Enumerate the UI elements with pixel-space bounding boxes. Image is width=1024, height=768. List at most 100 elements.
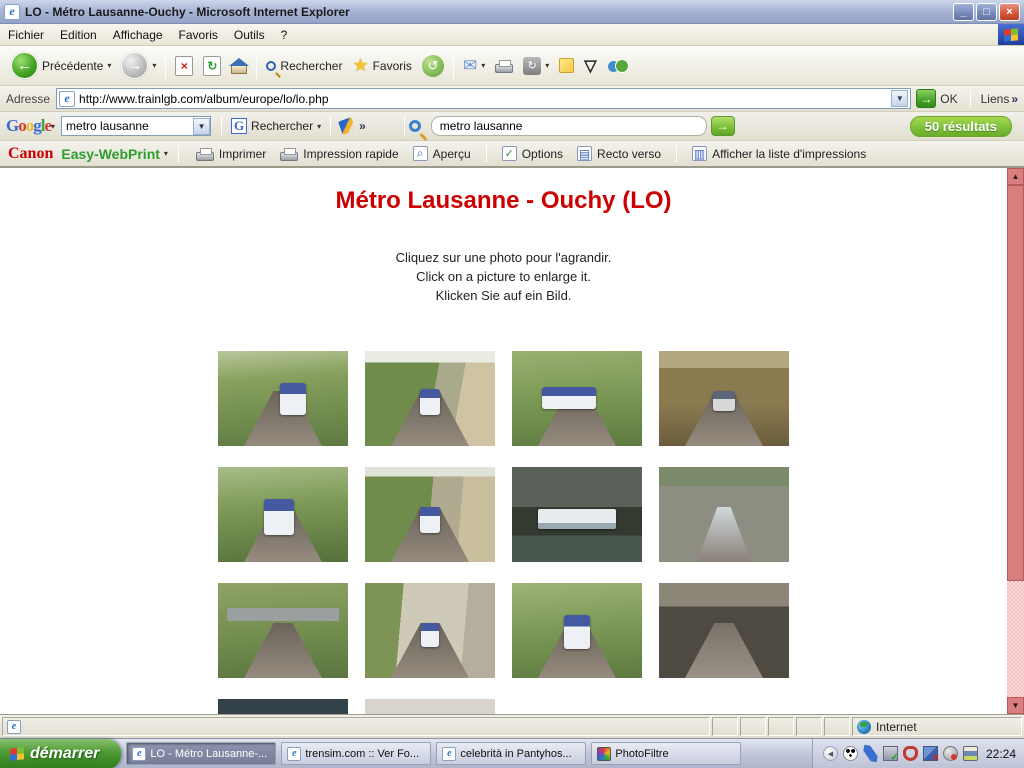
google-logo-dropdown-icon[interactable]: ▾ bbox=[51, 122, 55, 131]
discuss-button[interactable] bbox=[554, 56, 579, 75]
canon-preview-button[interactable]: ⌕ Aperçu bbox=[406, 145, 478, 162]
printer-status-icon[interactable] bbox=[963, 746, 978, 761]
refresh-button[interactable]: ↻ bbox=[198, 54, 226, 78]
edit-button[interactable]: ↻▾ bbox=[518, 55, 554, 77]
canon-logo: Canon bbox=[8, 145, 53, 163]
pen-tool-icon[interactable] bbox=[862, 745, 879, 762]
photo-thumbnail[interactable] bbox=[659, 583, 789, 678]
canon-print-list-button[interactable]: ▥ Afficher la liste d'impressions bbox=[685, 145, 873, 162]
site-search-icon bbox=[409, 120, 421, 132]
messenger-filter-button[interactable]: ▽ bbox=[579, 54, 601, 78]
stop-button[interactable]: × bbox=[170, 54, 198, 78]
back-icon: ← bbox=[11, 52, 38, 79]
address-url[interactable]: http://www.trainlgb.com/album/europe/lo/… bbox=[79, 92, 891, 106]
easy-webprint-menu[interactable]: Easy-WebPrint bbox=[61, 146, 160, 162]
forward-button[interactable]: → ▾ bbox=[116, 50, 161, 81]
go-button-label[interactable]: OK bbox=[940, 92, 957, 106]
photo-thumbnail[interactable] bbox=[365, 583, 495, 678]
forward-dropdown-icon[interactable]: ▾ bbox=[152, 61, 156, 70]
menu-aide[interactable]: ? bbox=[273, 24, 296, 45]
taskbar-task-trensim[interactable]: e trensim.com :: Ver Fo... bbox=[281, 742, 431, 765]
go-button[interactable]: → bbox=[916, 89, 936, 108]
canon-quick-print-button[interactable]: Impression rapide bbox=[273, 146, 405, 162]
mail-button[interactable]: ✉▾ bbox=[458, 54, 490, 78]
separator bbox=[330, 116, 331, 136]
favorites-button[interactable]: ★ Favoris bbox=[347, 53, 416, 78]
messenger-button[interactable] bbox=[602, 56, 632, 76]
site-search-input[interactable]: metro lausanne bbox=[431, 116, 707, 136]
photo-thumbnail[interactable] bbox=[365, 467, 495, 562]
note-icon bbox=[559, 58, 574, 73]
links-label[interactable]: Liens bbox=[981, 92, 1010, 106]
minimize-button[interactable]: _ bbox=[953, 3, 974, 21]
highlighter-button[interactable] bbox=[335, 117, 359, 135]
photo-thumbnail[interactable] bbox=[365, 351, 495, 446]
photo-thumbnail[interactable] bbox=[218, 583, 348, 678]
tray-collapse-chevron-icon[interactable]: ◀ bbox=[823, 746, 838, 761]
firewall-ring-icon[interactable] bbox=[903, 746, 918, 761]
close-button[interactable]: × bbox=[999, 3, 1020, 21]
search-button[interactable]: Rechercher bbox=[261, 57, 347, 75]
canon-options-button[interactable]: ✓ Options bbox=[495, 145, 570, 162]
separator bbox=[486, 145, 487, 163]
start-button[interactable]: démarrer bbox=[0, 739, 121, 768]
panda-antivirus-icon[interactable] bbox=[843, 746, 858, 761]
vertical-scrollbar[interactable]: ▲ ▼ bbox=[1007, 168, 1024, 714]
scroll-up-button[interactable]: ▲ bbox=[1007, 168, 1024, 185]
google-query-dropdown-icon[interactable]: ▼ bbox=[193, 118, 210, 135]
address-input[interactable]: e http://www.trainlgb.com/album/europe/l… bbox=[56, 88, 911, 109]
taskbar-task-celebrita[interactable]: e celebrità in Pantyhos... bbox=[436, 742, 586, 765]
site-search-go-button[interactable]: → bbox=[711, 116, 735, 136]
address-dropdown-icon[interactable]: ▼ bbox=[891, 90, 908, 107]
back-dropdown-icon[interactable]: ▾ bbox=[107, 61, 111, 70]
photo-thumbnail[interactable] bbox=[659, 467, 789, 562]
photo-thumbnail[interactable] bbox=[512, 351, 642, 446]
photo-thumbnail[interactable] bbox=[365, 699, 495, 714]
status-pane bbox=[768, 717, 794, 736]
scrollbar-track[interactable] bbox=[1007, 581, 1024, 697]
photo-thumbnail[interactable] bbox=[218, 467, 348, 562]
back-button[interactable]: ← Précédente ▾ bbox=[6, 50, 116, 81]
google-more-chevron-icon[interactable]: » bbox=[359, 119, 366, 133]
links-chevron-icon[interactable]: » bbox=[1011, 92, 1018, 106]
google-query[interactable]: metro lausanne bbox=[62, 119, 193, 133]
messenger-people-icon bbox=[607, 58, 627, 74]
taskbar-clock: 22:24 bbox=[986, 747, 1016, 761]
results-count-button[interactable]: 50 résultats bbox=[910, 116, 1012, 137]
photo-thumbnail[interactable] bbox=[659, 351, 789, 446]
pc-security-check-icon[interactable] bbox=[883, 746, 898, 761]
menu-favoris[interactable]: Favoris bbox=[171, 24, 226, 45]
scroll-down-button[interactable]: ▼ bbox=[1007, 697, 1024, 714]
separator bbox=[178, 145, 179, 163]
photo-thumbnail[interactable] bbox=[512, 467, 642, 562]
photo-thumbnail[interactable] bbox=[218, 699, 348, 714]
taskbar-task-lo[interactable]: e LO - Métro Lausanne-... bbox=[126, 742, 276, 765]
photo-thumbnail[interactable] bbox=[218, 351, 348, 446]
network-offline-icon[interactable] bbox=[923, 746, 938, 761]
google-search-button[interactable]: G Rechercher ▾ bbox=[226, 116, 326, 136]
print-button[interactable] bbox=[490, 57, 518, 75]
google-logo[interactable]: Google bbox=[6, 116, 51, 136]
forward-icon: → bbox=[121, 52, 148, 79]
menu-fichier[interactable]: Fichier bbox=[0, 24, 52, 45]
stop-icon: × bbox=[175, 56, 193, 76]
menu-edition[interactable]: Edition bbox=[52, 24, 105, 45]
scrollbar-thumb[interactable] bbox=[1007, 185, 1024, 581]
windows-flag-icon bbox=[1004, 28, 1018, 41]
google-search-input[interactable]: metro lausanne ▼ bbox=[61, 116, 211, 136]
history-button[interactable]: ↺ bbox=[417, 53, 449, 79]
home-button[interactable] bbox=[226, 56, 252, 76]
zone-label: Internet bbox=[876, 720, 917, 734]
preview-icon: ⌕ bbox=[413, 146, 428, 161]
photo-thumbnail[interactable] bbox=[512, 583, 642, 678]
status-ball-icon[interactable] bbox=[943, 746, 958, 761]
menu-affichage[interactable]: Affichage bbox=[105, 24, 171, 45]
menu-outils[interactable]: Outils bbox=[226, 24, 273, 45]
easy-webprint-dropdown-icon[interactable]: ▾ bbox=[164, 149, 168, 158]
canon-print-button[interactable]: Imprimer bbox=[189, 146, 273, 162]
canon-duplex-button[interactable]: ▤ Recto verso bbox=[570, 145, 668, 162]
maximize-button[interactable]: □ bbox=[976, 3, 997, 21]
taskbar-task-photofiltre[interactable]: PhotoFiltre bbox=[591, 742, 741, 765]
status-pane bbox=[712, 717, 738, 736]
favorites-star-icon: ★ bbox=[352, 55, 368, 76]
